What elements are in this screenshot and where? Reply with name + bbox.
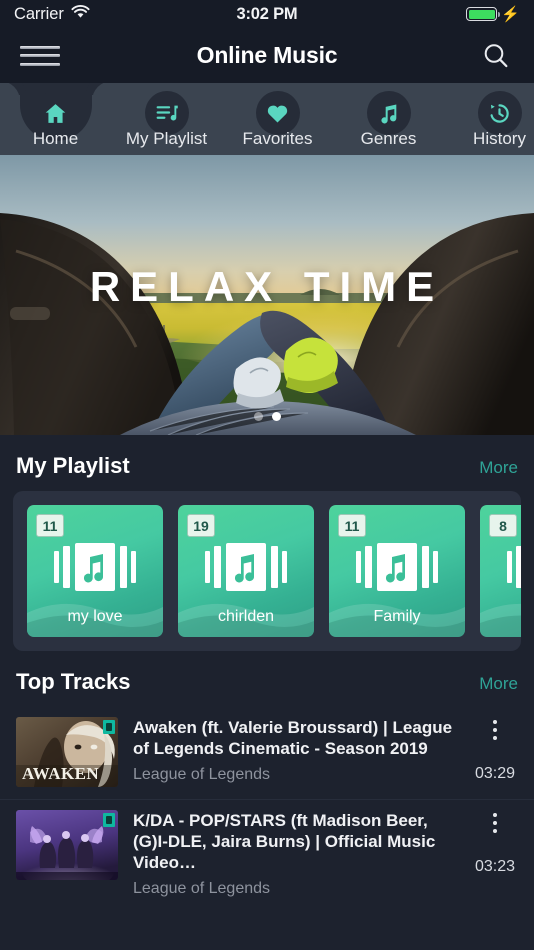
playlist-name: chirlden <box>217 608 275 625</box>
track-row[interactable]: K/DA - POP/STARS (ft Madison Beer, (G)I-… <box>0 799 534 910</box>
channel-badge-icon <box>103 813 115 827</box>
svg-text:AWAKEN: AWAKEN <box>22 764 99 783</box>
hamburger-menu-icon[interactable] <box>20 43 60 69</box>
tab-genres[interactable]: Genres <box>333 83 444 155</box>
more-vertical-icon[interactable] <box>482 717 508 743</box>
lightning-bolt-icon: ⚡ <box>501 5 520 23</box>
my-playlist-more-link[interactable]: More <box>479 458 518 478</box>
track-title: Awaken (ft. Valerie Broussard) | League … <box>133 718 453 758</box>
tab-bar[interactable]: Home My Playlist Favorites Genres Histor… <box>0 83 534 155</box>
track-duration: 03:29 <box>474 765 516 782</box>
playlist-card[interactable]: 11 Family <box>329 505 465 637</box>
my-playlist-header: My Playlist More <box>0 435 534 491</box>
playlist-card[interactable]: 8 <box>480 505 521 637</box>
playlist-name: my love <box>67 608 123 625</box>
library-music-icon <box>356 543 438 596</box>
more-vertical-icon[interactable] <box>482 810 508 836</box>
carrier-label: Carrier <box>14 4 64 23</box>
channel-badge-icon <box>103 720 115 734</box>
track-actions: 03:29 <box>472 717 518 783</box>
search-icon[interactable] <box>478 38 514 74</box>
library-music-icon <box>507 543 521 596</box>
carousel-dots[interactable] <box>0 412 534 421</box>
track-artist: League of Legends <box>133 766 271 783</box>
tab-bar-container: Home My Playlist Favorites Genres Histor… <box>0 83 534 155</box>
library-music-icon <box>54 543 136 596</box>
section-title: Top Tracks <box>16 669 131 694</box>
carousel-dot-1[interactable] <box>253 412 263 421</box>
playlist-card-row: 11 my love 19 chirlden 11 Family 8 <box>27 505 521 637</box>
tab-favorites[interactable]: Favorites <box>222 83 333 155</box>
track-info: Awaken (ft. Valerie Broussard) | League … <box>118 717 472 784</box>
playlist-name: Family <box>373 608 421 625</box>
playlist-track-count: 11 <box>36 514 64 537</box>
carousel-dot-2[interactable] <box>271 412 281 421</box>
banner-carousel[interactable]: RELAX TIME <box>0 155 534 435</box>
tab-my-playlist[interactable]: My Playlist <box>111 83 222 155</box>
section-title: My Playlist <box>16 453 130 478</box>
playlist-track-count: 8 <box>489 514 517 537</box>
playlist-carousel[interactable]: 11 my love 19 chirlden 11 Family 8 <box>13 491 521 651</box>
page-title: Online Music <box>196 42 338 68</box>
track-thumbnail: AWAKEN <box>16 717 118 787</box>
tab-label: History <box>473 129 526 148</box>
playlist-track-count: 19 <box>187 514 215 537</box>
track-title: K/DA - POP/STARS (ft Madison Beer, (G)I-… <box>133 811 436 872</box>
wifi-icon <box>71 4 90 24</box>
top-tracks-more-link[interactable]: More <box>479 674 518 694</box>
top-tracks-header: Top Tracks More <box>0 651 534 707</box>
tab-label: My Playlist <box>125 129 208 148</box>
tab-label: Genres <box>360 129 417 148</box>
track-duration: 03:23 <box>474 858 516 875</box>
app-header: Online Music <box>0 28 534 83</box>
track-thumbnail <box>16 810 118 880</box>
tab-label: Home <box>32 129 79 148</box>
playlist-card[interactable]: 19 chirlden <box>178 505 314 637</box>
library-music-icon <box>205 543 287 596</box>
track-actions: 03:23 <box>472 810 518 876</box>
track-info: K/DA - POP/STARS (ft Madison Beer, (G)I-… <box>118 810 472 898</box>
tab-label: Favorites <box>242 129 313 148</box>
app-screen: Carrier 3:02 PM ⚡ Online Music Home My P… <box>0 0 534 950</box>
status-bar-left: Carrier <box>14 5 90 24</box>
tab-history[interactable]: History <box>444 83 534 155</box>
track-artist: League of Legends <box>133 880 271 897</box>
tab-home[interactable]: Home <box>0 83 112 155</box>
playlist-card[interactable]: 11 my love <box>27 505 163 637</box>
status-bar: Carrier 3:02 PM ⚡ <box>0 0 534 28</box>
battery-full-icon <box>466 7 501 21</box>
banner-title: RELAX TIME <box>89 263 445 310</box>
playlist-track-count: 11 <box>338 514 366 537</box>
status-bar-right: ⚡ <box>466 7 520 22</box>
track-row[interactable]: AWAKEN Awaken (ft. Valerie Broussard) | … <box>0 707 534 799</box>
